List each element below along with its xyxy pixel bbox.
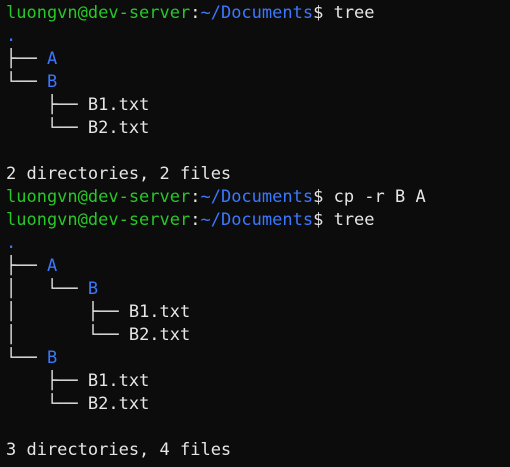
tree-branch: └── [6,118,88,138]
prompt-sign: $ [313,210,324,230]
summary-text: 3 directories, 4 files [6,440,232,460]
tree-branch: └── [6,348,47,368]
terminal-window[interactable]: luongvn@dev-server:~/Documents$ tree. ├──… [0,2,510,467]
tree-line: │ └── B2.txt [6,324,510,347]
prompt-path: ~/Documents [200,210,314,230]
tree-file: B1.txt [87,95,150,115]
tree-line: └── B2.txt [6,117,510,140]
prompt-line: luongvn@dev-server:~/Documents$ tree [6,2,510,25]
tree-root-line: . [6,232,510,255]
tree-root: . [6,233,17,253]
prompt-path: ~/Documents [200,187,314,207]
tree-branch: └── [6,72,47,92]
summary-line: 3 directories, 4 files [6,439,510,462]
tree-branch: └── [6,394,88,414]
prompt-path: ~/Documents [200,3,314,23]
prompt-line: luongvn@dev-server:~/Documents$ tree [6,209,510,232]
command-text: tree [333,210,375,230]
terminal-output: luongvn@dev-server:~/Documents$ tree. ├──… [6,2,510,462]
summary-text: 2 directories, 2 files [6,164,232,184]
tree-directory: B [46,348,58,368]
tree-directory: A [46,49,58,69]
command-text: tree [333,3,375,23]
summary-line: 2 directories, 2 files [6,163,510,186]
tree-root-line: . [6,25,510,48]
command-text: cp -r B A [333,187,426,207]
tree-file: B2.txt [87,118,150,138]
prompt-colon: : [190,187,201,207]
prompt-line: luongvn@dev-server:~/Documents$ cp -r B … [6,186,510,209]
tree-line: │ ├── B1.txt [6,301,510,324]
tree-file: B1.txt [87,371,150,391]
prompt-user: luongvn@dev-server [6,3,191,23]
prompt-user: luongvn@dev-server [6,187,191,207]
tree-branch: │ ├── [6,302,129,322]
tree-line: ├── A [6,48,510,71]
tree-line: │ └── B [6,278,510,301]
tree-line: ├── B1.txt [6,370,510,393]
tree-line: └── B2.txt [6,393,510,416]
tree-branch: ├── [6,371,88,391]
tree-branch: │ └── [6,325,129,345]
prompt-colon: : [190,210,201,230]
tree-directory: B [46,72,58,92]
tree-branch: ├── [6,95,88,115]
tree-root: . [6,26,17,46]
tree-line: └── B [6,71,510,94]
tree-directory: B [87,279,99,299]
tree-branch: ├── [6,49,47,69]
prompt-sign: $ [313,3,324,23]
tree-file: B1.txt [128,302,191,322]
tree-directory: A [46,256,58,276]
tree-line: ├── B1.txt [6,94,510,117]
prompt-user: luongvn@dev-server [6,210,191,230]
tree-file: B2.txt [87,394,150,414]
tree-branch: │ └── [6,279,88,299]
tree-file: B2.txt [128,325,191,345]
tree-line: └── B [6,347,510,370]
tree-branch: ├── [6,256,47,276]
prompt-colon: : [190,3,201,23]
prompt-sign: $ [313,187,324,207]
tree-line: ├── A [6,255,510,278]
